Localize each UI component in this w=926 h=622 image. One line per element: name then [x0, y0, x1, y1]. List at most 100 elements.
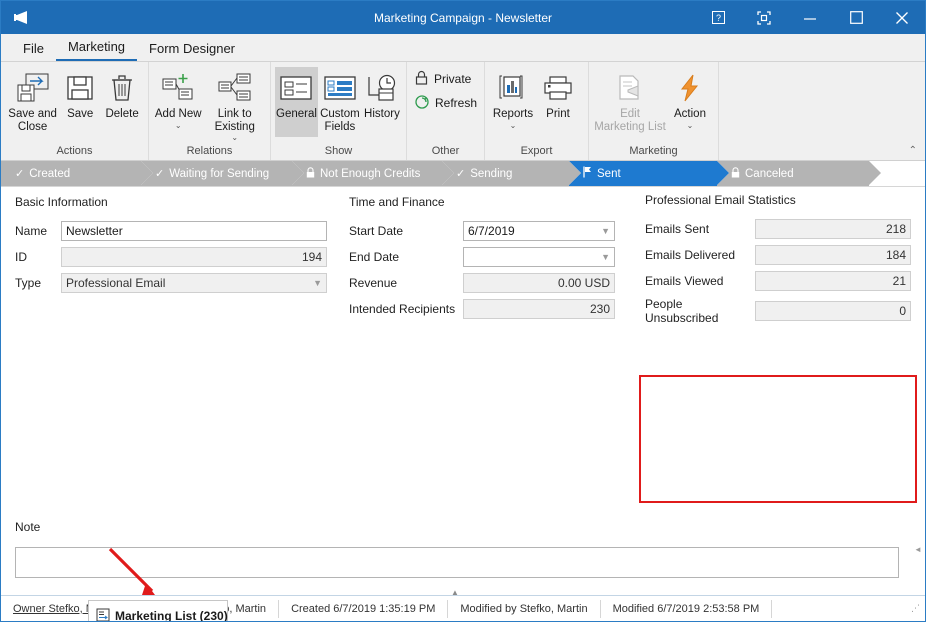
general-button[interactable]: General: [275, 67, 318, 137]
workflow-step-not-enough-credits[interactable]: Not Enough Credits: [292, 161, 454, 186]
start-date-label: Start Date: [349, 224, 404, 238]
menu-item-form-designer[interactable]: Form Designer: [137, 36, 247, 61]
people-unsubscribed-row: People Unsubscribed 0: [645, 297, 911, 325]
chevron-down-icon[interactable]: ▼: [597, 252, 610, 262]
ribbon-toolbar: Save and Close Save Delete Actions Add N…: [1, 62, 925, 161]
trash-icon: [110, 70, 134, 106]
chevron-down-icon[interactable]: ⌄: [231, 134, 238, 142]
help-button[interactable]: ?: [695, 1, 741, 34]
private-toggle[interactable]: Private: [415, 67, 471, 91]
start-date-input[interactable]: 6/7/2019 ▼: [463, 221, 615, 241]
chevron-down-icon[interactable]: ▼: [597, 226, 610, 236]
chevron-down-icon[interactable]: ⌄: [510, 121, 517, 130]
menu-item-file[interactable]: File: [11, 36, 56, 61]
save-and-close-button[interactable]: Save and Close: [5, 67, 60, 133]
emails-sent-label: Emails Sent: [645, 222, 710, 236]
status-modified-by: Modified by Stefko, Martin: [448, 599, 601, 618]
workflow-step-label: Not Enough Credits: [320, 167, 421, 180]
note-textarea[interactable]: [15, 547, 899, 578]
basic-information-section: Basic Information Name Newsletter ID 194…: [15, 195, 327, 299]
end-date-input[interactable]: ▼: [463, 247, 615, 267]
emails-sent-row: Emails Sent 218: [645, 219, 911, 239]
history-label: History: [364, 108, 400, 120]
link-to-existing-label: Link to Existing: [214, 108, 255, 133]
workflow-step-waiting-for-sending[interactable]: ✓ Waiting for Sending: [141, 161, 304, 186]
link-to-existing-button[interactable]: Link to Existing ⌄: [203, 67, 266, 142]
close-button[interactable]: [879, 1, 925, 34]
chevron-down-icon[interactable]: ⌄: [687, 121, 694, 130]
chevron-down-icon[interactable]: ▼: [309, 278, 322, 288]
workflow-step-sent[interactable]: Sent: [569, 161, 729, 186]
chevron-down-icon[interactable]: ⌄: [175, 121, 182, 130]
content-scroll-indicator[interactable]: ◄: [913, 545, 923, 559]
custom-fields-button[interactable]: Custom Fields: [318, 67, 362, 133]
workflow-step-sending[interactable]: ✓ Sending: [442, 161, 581, 186]
refresh-icon: [415, 94, 429, 112]
people-unsubscribed-value-box: 0: [755, 301, 911, 321]
revenue-input: 0.00 USD: [463, 273, 615, 293]
menu-item-marketing[interactable]: Marketing: [55, 34, 138, 61]
workflow-step-label: Canceled: [745, 167, 794, 180]
tab-marketing-list[interactable]: Marketing List (230): [88, 600, 228, 621]
general-label: General: [276, 108, 317, 120]
minimize-button[interactable]: [787, 1, 833, 34]
id-label: ID: [15, 250, 27, 264]
emails-viewed-label: Emails Viewed: [645, 274, 724, 288]
restore-layout-button[interactable]: [741, 1, 787, 34]
title-bar: Marketing Campaign - Newsletter ?: [1, 1, 925, 34]
chevron-up-icon[interactable]: ⌃: [909, 145, 917, 156]
save-label: Save: [67, 108, 94, 120]
check-icon: ✓: [456, 168, 466, 180]
resize-grip-icon[interactable]: ⋰: [911, 603, 925, 614]
delete-button[interactable]: Delete: [100, 67, 144, 121]
id-input: 194: [61, 247, 327, 267]
emails-sent-value-box: 218: [755, 219, 911, 239]
revenue-label: Revenue: [349, 276, 398, 290]
intended-recipients-value: 230: [589, 302, 610, 316]
emails-sent-value: 218: [885, 222, 906, 236]
main-window: Marketing Campaign - Newsletter ? File M…: [0, 0, 926, 622]
workflow-status-strip: ✓ Created ✓ Waiting for Sending Not Enou…: [1, 161, 925, 187]
edit-marketing-list-button[interactable]: Edit Marketing List: [593, 67, 667, 133]
ribbon-group-title-actions: Actions: [56, 145, 93, 157]
menu-bar: File Marketing Form Designer: [1, 34, 925, 62]
check-icon: ✓: [15, 168, 25, 180]
lock-icon: [731, 166, 740, 181]
workflow-step-canceled[interactable]: Canceled: [717, 161, 881, 186]
note-label: Note: [15, 520, 41, 534]
revenue-row: Revenue 0.00 USD: [349, 273, 615, 293]
workflow-step-created[interactable]: ✓ Created: [1, 161, 153, 186]
ribbon-group-marketing: Edit Marketing List Action ⌄ Marketing: [589, 62, 719, 160]
print-button[interactable]: Print: [537, 67, 579, 121]
email-statistics-section: Professional Email Statistics Emails Sen…: [645, 193, 911, 331]
ribbon-group-actions: Save and Close Save Delete Actions: [1, 62, 149, 160]
svg-text:?: ?: [715, 13, 720, 23]
type-select[interactable]: Professional Email ▼: [61, 273, 327, 293]
name-input[interactable]: Newsletter: [61, 221, 327, 241]
action-button[interactable]: Action ⌄: [667, 67, 713, 130]
save-button[interactable]: Save: [60, 67, 100, 121]
end-date-row: End Date ▼: [349, 247, 615, 267]
ribbon-group-other: Private Refresh Other: [407, 62, 485, 160]
emails-delivered-row: Emails Delivered 184: [645, 245, 911, 265]
marketing-list-icon: [96, 608, 110, 621]
reports-chart-icon: [498, 70, 528, 106]
emails-delivered-value: 184: [885, 248, 906, 262]
private-label: Private: [434, 72, 472, 86]
start-date-row: Start Date 6/7/2019 ▼: [349, 221, 615, 241]
maximize-button[interactable]: [833, 1, 879, 34]
emails-delivered-label: Emails Delivered: [645, 248, 736, 262]
add-new-button[interactable]: Add New ⌄: [153, 67, 203, 130]
emails-viewed-row: Emails Viewed 21: [645, 271, 911, 291]
emails-delivered-value-box: 184: [755, 245, 911, 265]
history-clock-icon: [366, 70, 398, 106]
history-button[interactable]: History: [362, 67, 402, 121]
ribbon-group-relations: Add New ⌄ Link to Existing ⌄ Relations: [149, 62, 271, 160]
refresh-button[interactable]: Refresh: [415, 91, 477, 115]
ribbon-group-export: Reports ⌄ Print Export: [485, 62, 589, 160]
people-unsubscribed-label: People Unsubscribed: [645, 297, 719, 325]
start-date-value: 6/7/2019: [468, 224, 515, 238]
revenue-value: 0.00 USD: [557, 276, 610, 290]
reports-button[interactable]: Reports ⌄: [489, 67, 537, 130]
workflow-step-label: Sent: [597, 167, 621, 180]
